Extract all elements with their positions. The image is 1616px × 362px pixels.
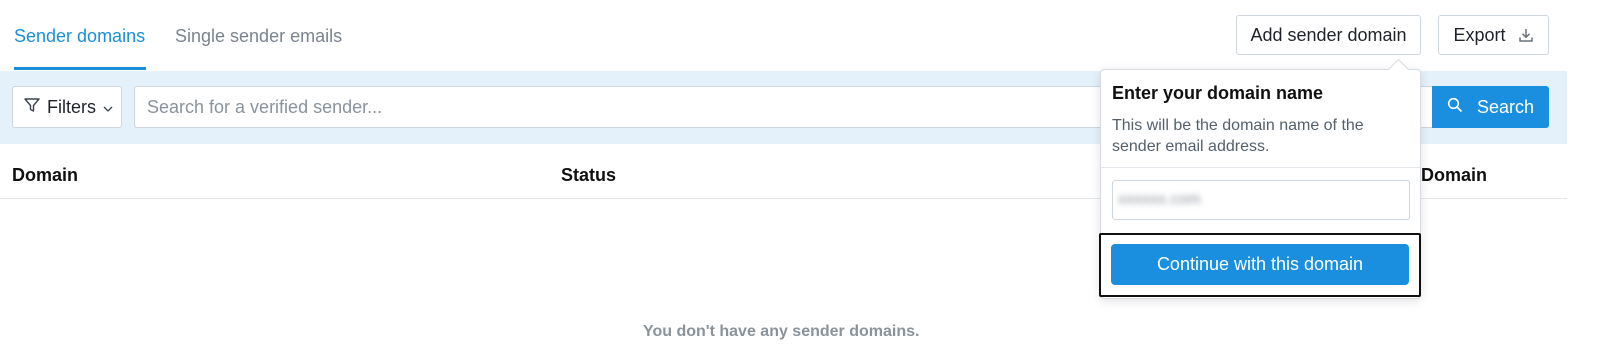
column-header-status: Status	[561, 165, 617, 185]
column-header-domain-2: Domain	[1421, 165, 1488, 185]
popover-divider	[1101, 167, 1420, 168]
download-icon	[1518, 27, 1534, 43]
filters-button[interactable]: Filters	[12, 86, 122, 128]
empty-state-message: You don't have any sender domains.	[643, 323, 920, 340]
page-gutter	[1567, 0, 1616, 362]
search-button-label: Search	[1476, 96, 1535, 117]
chevron-down-icon	[103, 97, 113, 118]
search-icon	[1447, 97, 1463, 118]
export-button[interactable]: Export	[1438, 15, 1549, 55]
continue-with-domain-button[interactable]: Continue with this domain	[1111, 244, 1409, 285]
popover-title: Enter your domain name	[1112, 83, 1324, 103]
tab-single-sender-emails[interactable]: Single sender emails	[175, 26, 342, 47]
tab-sender-domains[interactable]: Sender domains	[14, 26, 145, 47]
export-label: Export	[1453, 24, 1506, 45]
funnel-icon	[23, 96, 41, 119]
continue-button-label: Continue with this domain	[1156, 254, 1364, 274]
popover-description: This will be the domain name of the send…	[1112, 117, 1364, 155]
add-sender-domain-button[interactable]: Add sender domain	[1236, 15, 1421, 55]
search-button[interactable]: Search	[1432, 86, 1549, 128]
filters-label: Filters	[47, 96, 96, 117]
domain-name-input[interactable]	[1112, 180, 1410, 220]
column-header-domain: Domain	[12, 165, 79, 185]
add-sender-domain-label: Add sender domain	[1250, 24, 1407, 45]
active-tab-indicator	[14, 67, 146, 70]
